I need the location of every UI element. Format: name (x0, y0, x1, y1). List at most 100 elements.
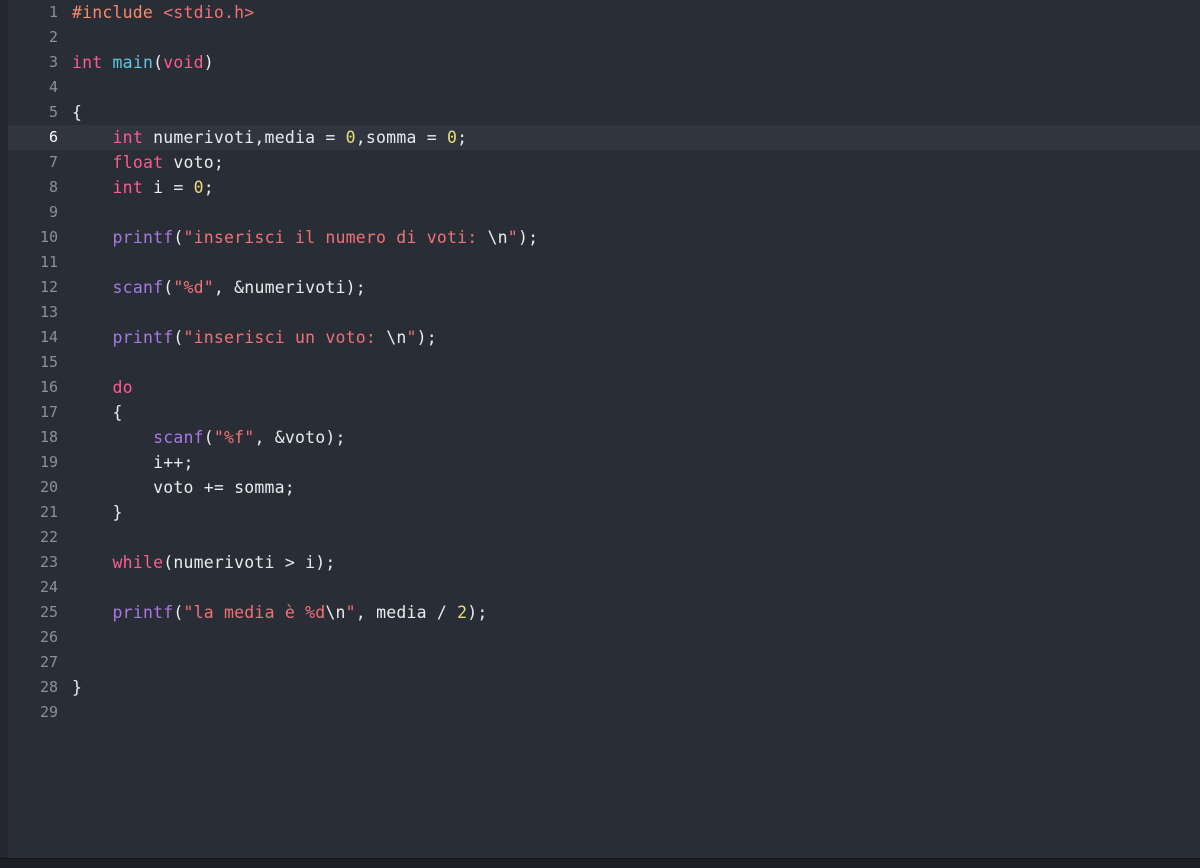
line-number: 10 (39, 228, 58, 246)
line-content[interactable]: { (72, 100, 82, 125)
code-token-str: " (406, 328, 417, 347)
code-line[interactable]: 5{ (0, 100, 1200, 125)
line-number: 19 (39, 453, 58, 471)
code-token-inc: <stdio.h> (163, 3, 255, 22)
line-content[interactable]: #include <stdio.h> (72, 0, 254, 25)
line-content[interactable]: int i = 0; (72, 175, 214, 200)
code-token-plain: } (72, 503, 123, 522)
code-line[interactable]: 9 (0, 200, 1200, 225)
code-token-kw: int (72, 53, 103, 72)
code-editor-text-area[interactable]: 1 #include <stdio.h> 2 3 int main(void) 4 5{6 … (0, 0, 1200, 858)
code-line[interactable]: 20 voto += somma; (0, 475, 1200, 500)
code-line[interactable]: 1 #include <stdio.h> (0, 0, 1200, 25)
code-line[interactable]: 24 (0, 575, 1200, 600)
code-token-num: 0 (193, 178, 204, 197)
line-content[interactable]: float voto; (72, 150, 224, 175)
code-token-call: scanf (153, 428, 204, 447)
line-number: 24 (39, 578, 58, 596)
code-token-call: printf (112, 603, 174, 622)
code-token-esc: \n (487, 228, 508, 247)
code-line[interactable]: 26 (0, 625, 1200, 650)
line-content[interactable]: printf("inserisci un voto: \n"); (72, 325, 437, 350)
line-content[interactable]: voto += somma; (72, 475, 295, 500)
line-content[interactable]: { (72, 400, 123, 425)
code-token-call: printf (112, 328, 174, 347)
line-content[interactable]: i++; (72, 450, 194, 475)
code-token-num: 2 (457, 603, 468, 622)
line-number: 20 (39, 478, 58, 496)
code-line[interactable]: 2 (0, 25, 1200, 50)
line-content[interactable]: while(numerivoti > i); (72, 550, 336, 575)
code-line[interactable]: 28} (0, 675, 1200, 700)
code-token-plain: { (72, 103, 83, 122)
code-token-plain: , &numerivoti); (213, 278, 366, 297)
code-line[interactable]: 6 int numerivoti,media = 0,somma = 0; (0, 125, 1200, 150)
line-content[interactable]: } (72, 500, 123, 525)
code-token-plain: i = (142, 178, 194, 197)
line-number: 7 (48, 153, 58, 171)
line-content[interactable]: scanf("%f", &voto); (72, 425, 346, 450)
code-token-pre: #include (72, 3, 154, 22)
code-line[interactable]: 23 while(numerivoti > i); (0, 550, 1200, 575)
code-token-plain: , &voto); (254, 428, 346, 447)
line-number: 18 (39, 428, 58, 446)
code-line[interactable]: 17 { (0, 400, 1200, 425)
code-token-plain: numerivoti,media = (142, 128, 346, 147)
code-token-plain: ( (173, 228, 184, 247)
line-content[interactable]: int main(void) (72, 50, 214, 75)
code-line[interactable]: 11 (0, 250, 1200, 275)
line-number: 12 (39, 278, 58, 296)
line-number: 8 (48, 178, 58, 196)
code-token-call: scanf (112, 278, 164, 297)
code-line[interactable]: 22 (0, 525, 1200, 550)
code-line[interactable]: 16 do (0, 375, 1200, 400)
line-content[interactable]: do (72, 375, 133, 400)
code-token-plain: i++; (72, 453, 194, 472)
line-number: 1 (48, 3, 58, 21)
code-line[interactable]: 3 int main(void) (0, 50, 1200, 75)
code-token-plain: , media / (355, 603, 458, 622)
code-token-plain: ; (457, 128, 468, 147)
code-line[interactable]: 21 } (0, 500, 1200, 525)
code-line[interactable]: 12 scanf("%d", &numerivoti); (0, 275, 1200, 300)
code-token-str: "%d" (173, 278, 214, 297)
code-line[interactable]: 8 int i = 0; (0, 175, 1200, 200)
code-line[interactable]: 15 (0, 350, 1200, 375)
code-token-str: "inserisci il numero di voti: (183, 228, 488, 247)
line-content[interactable]: printf("inserisci il numero di voti: \n"… (72, 225, 538, 250)
code-line[interactable]: 10 printf("inserisci il numero di voti: … (0, 225, 1200, 250)
code-line[interactable]: 19 i++; (0, 450, 1200, 475)
code-token-num: 0 (345, 128, 356, 147)
code-line[interactable]: 7 float voto; (0, 150, 1200, 175)
line-number: 22 (39, 528, 58, 546)
code-token-plain: voto; (163, 153, 225, 172)
code-token-plain: ); (517, 228, 539, 247)
code-token-plain: ,somma = (355, 128, 447, 147)
code-line[interactable]: 4 (0, 75, 1200, 100)
code-token-plain: ( (153, 53, 164, 72)
code-token-plain: ; (203, 178, 214, 197)
code-line[interactable]: 18 scanf("%f", &voto); (0, 425, 1200, 450)
code-token-str: " (345, 603, 356, 622)
code-token-str: "%f" (213, 428, 255, 447)
line-number: 17 (39, 403, 58, 421)
code-token-plain: (numerivoti > i); (163, 553, 336, 572)
code-line[interactable]: 29 (0, 700, 1200, 725)
line-number: 4 (48, 78, 58, 96)
line-content[interactable]: scanf("%d", &numerivoti); (72, 275, 366, 300)
line-number: 27 (39, 653, 58, 671)
line-content[interactable]: } (72, 675, 82, 700)
code-line[interactable]: 14 printf("inserisci un voto: \n"); (0, 325, 1200, 350)
line-content[interactable]: int numerivoti,media = 0,somma = 0; (72, 125, 468, 150)
line-content[interactable]: printf("la media è %d\n", media / 2); (72, 600, 488, 625)
code-line[interactable]: 13 (0, 300, 1200, 325)
code-line[interactable]: 25 printf("la media è %d\n", media / 2); (0, 600, 1200, 625)
code-line[interactable]: 27 (0, 650, 1200, 675)
line-number: 6 (48, 128, 58, 146)
